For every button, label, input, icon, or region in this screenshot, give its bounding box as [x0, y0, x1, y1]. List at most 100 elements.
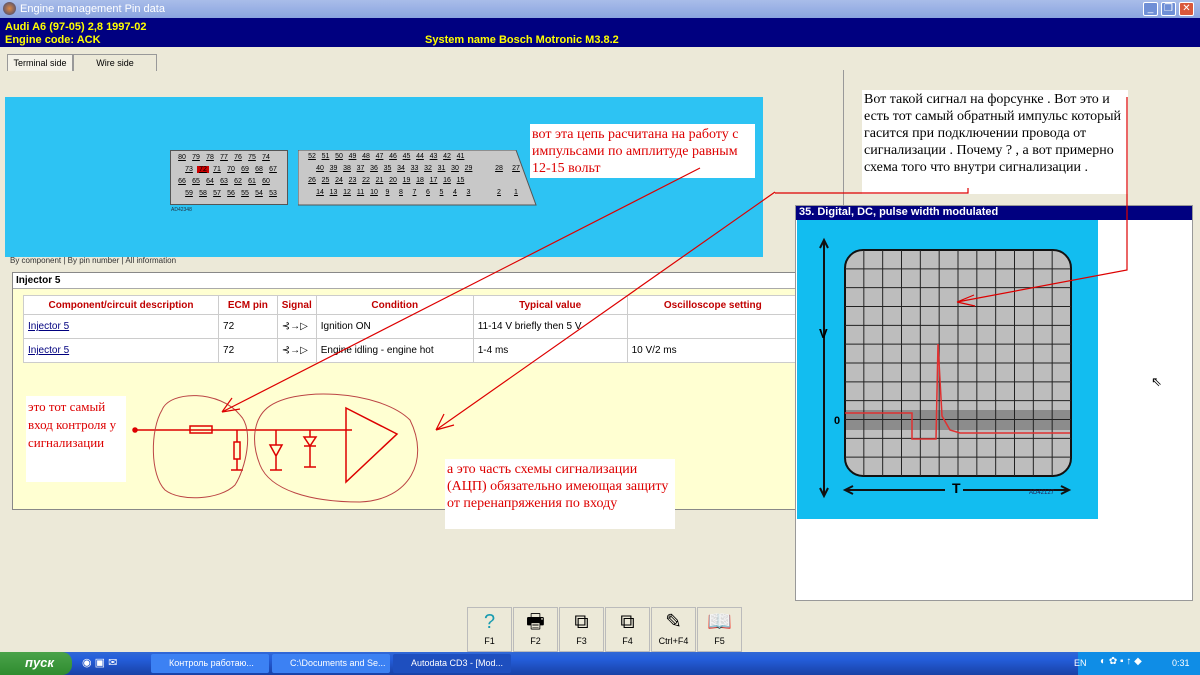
pin-47[interactable]: 47: [374, 153, 386, 160]
pin-73[interactable]: 73: [183, 166, 195, 173]
pin-8[interactable]: 8: [395, 189, 407, 196]
pin-22[interactable]: 22: [360, 177, 372, 184]
pin-52[interactable]: 52: [306, 153, 318, 160]
pin-5[interactable]: 5: [436, 189, 448, 196]
ctrl-f4-button[interactable]: ✎ Ctrl+F4: [651, 607, 696, 652]
tray-icons[interactable]: ◐ ✿ ▪ ↑ ◆: [1100, 656, 1142, 667]
pin-64[interactable]: 64: [204, 178, 216, 185]
pin-31[interactable]: 31: [436, 165, 448, 172]
f4-button[interactable]: ⧉ F4: [605, 607, 650, 652]
start-button[interactable]: пуск: [0, 652, 72, 675]
quick-launch-icons[interactable]: ◉ ▣ ✉: [82, 656, 117, 669]
tab-wire-side[interactable]: Wire side: [73, 54, 157, 71]
pin-24[interactable]: 24: [333, 177, 345, 184]
pin-15[interactable]: 15: [455, 177, 467, 184]
pin-65[interactable]: 65: [190, 178, 202, 185]
pin-36[interactable]: 36: [368, 165, 380, 172]
pin-70[interactable]: 70: [225, 166, 237, 173]
pin-53[interactable]: 53: [267, 190, 279, 197]
component-link[interactable]: Injector 5: [28, 321, 69, 332]
pin-7[interactable]: 7: [409, 189, 421, 196]
pin-27[interactable]: 27: [510, 165, 522, 172]
pin-26[interactable]: 26: [306, 177, 318, 184]
pin-3[interactable]: 3: [463, 189, 475, 196]
pin-21[interactable]: 21: [374, 177, 386, 184]
pin-13[interactable]: 13: [328, 189, 340, 196]
task-autodata[interactable]: Autodata CD3 - [Mod...: [393, 654, 511, 673]
pin-72[interactable]: 72: [197, 166, 209, 173]
maximize-button[interactable]: ❐: [1161, 2, 1176, 16]
component-link[interactable]: Injector 5: [28, 345, 69, 356]
pin-42[interactable]: 42: [441, 153, 453, 160]
pin-25[interactable]: 25: [320, 177, 332, 184]
pin-28[interactable]: 28: [493, 165, 505, 172]
pin-10[interactable]: 10: [368, 189, 380, 196]
pin-55[interactable]: 55: [239, 190, 251, 197]
pin-79[interactable]: 79: [190, 154, 202, 161]
minimize-button[interactable]: _: [1143, 2, 1158, 16]
pin-34[interactable]: 34: [395, 165, 407, 172]
pin-46[interactable]: 46: [387, 153, 399, 160]
pin-12[interactable]: 12: [341, 189, 353, 196]
pin-67[interactable]: 67: [267, 166, 279, 173]
pin-80[interactable]: 80: [176, 154, 188, 161]
task-browser[interactable]: Контроль работаю...: [151, 654, 269, 673]
pin-16[interactable]: 16: [441, 177, 453, 184]
pin-71[interactable]: 71: [211, 166, 223, 173]
pin-9[interactable]: 9: [382, 189, 394, 196]
pin-62[interactable]: 62: [232, 178, 244, 185]
f2-button[interactable]: 🖶 F2: [513, 607, 558, 652]
pin-75[interactable]: 75: [246, 154, 258, 161]
pin-23[interactable]: 23: [347, 177, 359, 184]
pin-6[interactable]: 6: [422, 189, 434, 196]
pin-14[interactable]: 14: [314, 189, 326, 196]
pin-35[interactable]: 35: [382, 165, 394, 172]
pin-61[interactable]: 61: [246, 178, 258, 185]
f1-button[interactable]: ? F1: [467, 607, 512, 652]
pin-43[interactable]: 43: [428, 153, 440, 160]
pin-49[interactable]: 49: [347, 153, 359, 160]
pin-51[interactable]: 51: [320, 153, 332, 160]
sub-tabs[interactable]: By component | By pin number | All infor…: [10, 256, 176, 265]
pin-48[interactable]: 48: [360, 153, 372, 160]
pin-2[interactable]: 2: [493, 189, 505, 196]
pin-68[interactable]: 68: [253, 166, 265, 173]
pin-57[interactable]: 57: [211, 190, 223, 197]
pin-30[interactable]: 30: [449, 165, 461, 172]
pin-32[interactable]: 32: [422, 165, 434, 172]
pin-76[interactable]: 76: [232, 154, 244, 161]
pin-39[interactable]: 39: [328, 165, 340, 172]
pin-66[interactable]: 66: [176, 178, 188, 185]
f3-button[interactable]: ⧉ F3: [559, 607, 604, 652]
pin-37[interactable]: 37: [355, 165, 367, 172]
task-explorer[interactable]: C:\Documents and Se...: [272, 654, 390, 673]
pin-44[interactable]: 44: [414, 153, 426, 160]
pin-58[interactable]: 58: [197, 190, 209, 197]
pin-38[interactable]: 38: [341, 165, 353, 172]
pin-45[interactable]: 45: [401, 153, 413, 160]
close-button[interactable]: ✕: [1179, 2, 1194, 16]
pin-11[interactable]: 11: [355, 189, 367, 196]
pin-54[interactable]: 54: [253, 190, 265, 197]
pin-69[interactable]: 69: [239, 166, 251, 173]
pin-50[interactable]: 50: [333, 153, 345, 160]
f5-button[interactable]: 📖 F5: [697, 607, 742, 652]
pin-20[interactable]: 20: [387, 177, 399, 184]
pin-41[interactable]: 41: [455, 153, 467, 160]
language-indicator[interactable]: EN: [1074, 658, 1087, 668]
pin-29[interactable]: 29: [463, 165, 475, 172]
pin-59[interactable]: 59: [183, 190, 195, 197]
pin-18[interactable]: 18: [414, 177, 426, 184]
pin-74[interactable]: 74: [260, 154, 272, 161]
pin-63[interactable]: 63: [218, 178, 230, 185]
pin-60[interactable]: 60: [260, 178, 272, 185]
pin-19[interactable]: 19: [401, 177, 413, 184]
pin-4[interactable]: 4: [449, 189, 461, 196]
pin-56[interactable]: 56: [225, 190, 237, 197]
pin-40[interactable]: 40: [314, 165, 326, 172]
pin-33[interactable]: 33: [409, 165, 421, 172]
pin-78[interactable]: 78: [204, 154, 216, 161]
pin-77[interactable]: 77: [218, 154, 230, 161]
pin-1[interactable]: 1: [510, 189, 522, 196]
pin-17[interactable]: 17: [428, 177, 440, 184]
